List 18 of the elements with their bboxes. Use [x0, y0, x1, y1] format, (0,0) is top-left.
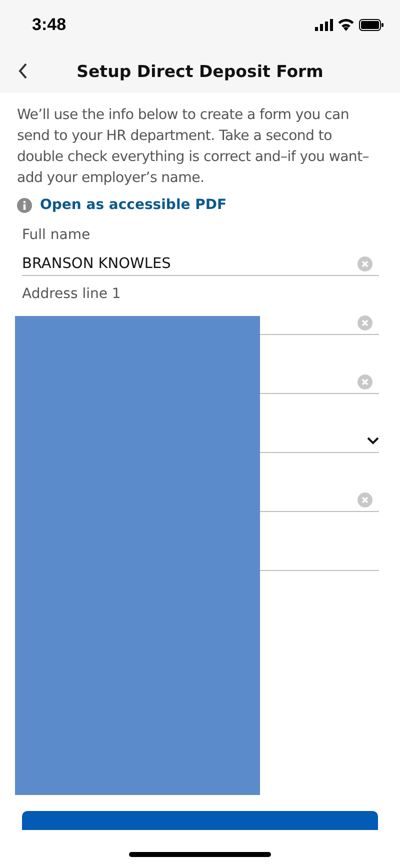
screen-title: Setup Direct Deposit Form	[76, 62, 324, 81]
field-label: Address line 1	[22, 286, 121, 302]
wifi-icon	[338, 19, 354, 31]
clear-icon[interactable]	[357, 256, 373, 272]
info-icon	[17, 198, 32, 212]
clear-icon[interactable]	[357, 492, 373, 508]
intro-text: We’ll use the info below to create a form you can send to your HR department. Take a second to double check everything is correct and–if you want–add your employer’s name.	[17, 106, 370, 188]
battery-icon	[359, 19, 384, 31]
clear-icon[interactable]	[357, 315, 373, 331]
back-chevron-icon[interactable]	[18, 63, 28, 79]
chevron-down-icon[interactable]	[367, 437, 379, 445]
clear-icon[interactable]	[357, 374, 373, 390]
field-label: Full name	[22, 227, 90, 243]
primary-button[interactable]	[22, 811, 378, 830]
signal-icon	[315, 19, 333, 31]
field-value[interactable]: BRANSON KNOWLES	[22, 256, 171, 272]
status-time: 3:48	[32, 15, 66, 35]
pdf-link[interactable]: Open as accessible PDF	[40, 197, 227, 213]
